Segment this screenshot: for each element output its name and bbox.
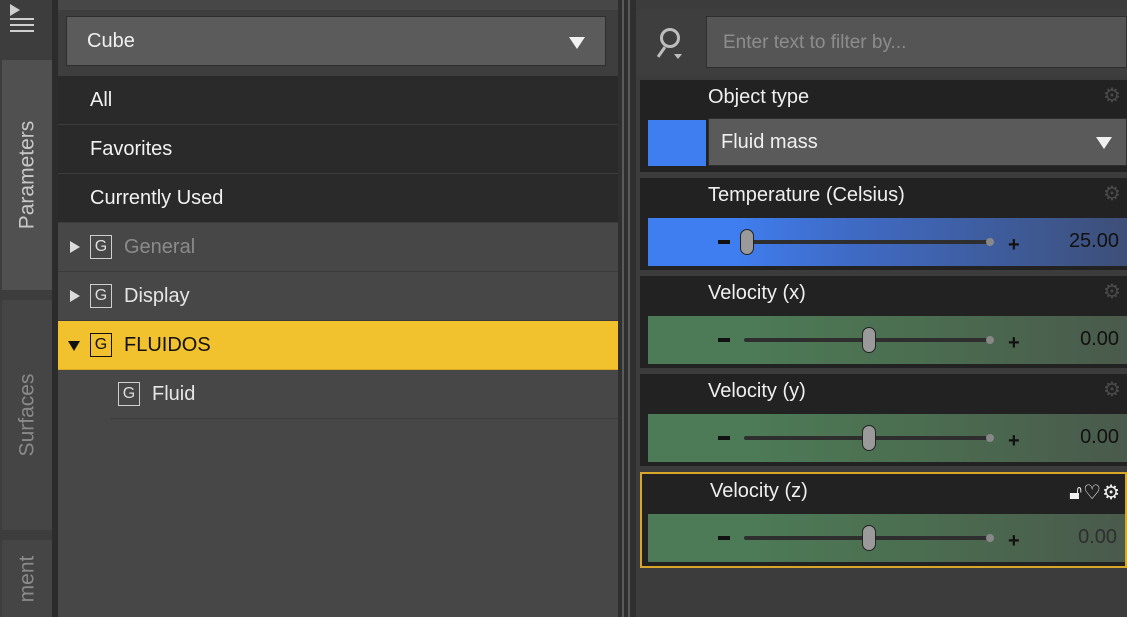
tree-node-fluid-label: Fluid [152, 382, 196, 405]
tree-node-fluidos[interactable]: G FLUIDOS [58, 321, 618, 370]
parameters-panel: Object type ⚙ Fluid mass Temperature (Ce… [636, 0, 1127, 617]
lock-icon[interactable]: 🔓︎ [1069, 482, 1083, 504]
property-group-tree: All Favorites Currently Used G General G… [58, 76, 618, 419]
heart-icon[interactable]: ♡ [1083, 482, 1102, 504]
tab-surfaces-label: Surfaces [15, 373, 38, 457]
tab-partial-label: ment [15, 555, 38, 602]
property-velocity-x: Velocity (x) ⚙ + 0.00 [640, 276, 1127, 368]
node-selector-bar: Cube [58, 10, 618, 76]
velocity-z-value[interactable]: 0.00 [1078, 526, 1117, 549]
slider-end-marker [986, 238, 994, 246]
slider-end-marker [986, 534, 994, 542]
property-label: Velocity (y) [708, 380, 806, 402]
property-object-type: Object type ⚙ Fluid mass [640, 80, 1127, 172]
property-actions: 🔓︎♡⚙ [1069, 480, 1121, 505]
gear-icon[interactable]: ⚙ [1103, 380, 1123, 400]
object-type-value: Fluid mass [721, 131, 818, 153]
decrement-button[interactable] [718, 338, 730, 342]
tree-node-fluid[interactable]: G Fluid [110, 370, 618, 419]
velocity-z-slider[interactable]: + 0.00 [648, 514, 1125, 562]
filter-favorites-label: Favorites [90, 137, 173, 160]
gear-icon[interactable]: ⚙ [1103, 184, 1123, 204]
temperature-value[interactable]: 25.00 [1069, 230, 1119, 253]
slider-end-marker [986, 434, 994, 442]
expand-arrow-icon[interactable] [70, 290, 80, 302]
slider-handle[interactable] [862, 425, 876, 451]
property-velocity-z: Velocity (z) 🔓︎♡⚙ + 0.00 [640, 472, 1127, 568]
filter-favorites[interactable]: Favorites [58, 125, 618, 174]
property-label: Temperature (Celsius) [708, 184, 905, 206]
gear-icon[interactable]: ⚙ [1103, 282, 1123, 302]
dropdown-arrow-icon [569, 37, 585, 49]
decrement-button[interactable] [718, 536, 730, 540]
node-selector-dropdown[interactable]: Cube [66, 16, 606, 66]
dropdown-arrow-icon [1096, 137, 1112, 149]
panel-splitter[interactable] [618, 0, 636, 617]
group-icon: G [118, 382, 140, 406]
group-icon: G [90, 333, 112, 357]
property-label: Velocity (z) [710, 480, 808, 502]
side-tab-rail: Parameters Surfaces ment [0, 0, 56, 617]
property-label: Velocity (x) [708, 282, 806, 304]
gear-icon[interactable]: ⚙ [1103, 86, 1123, 106]
velocity-y-value[interactable]: 0.00 [1080, 426, 1119, 449]
filter-all-label: All [90, 88, 113, 111]
filter-input[interactable] [721, 27, 1105, 59]
tab-parameters-label: Parameters [15, 120, 39, 230]
object-type-dropdown[interactable]: Fluid mass [708, 118, 1127, 166]
decrement-button[interactable] [718, 240, 730, 244]
slider-handle[interactable] [862, 525, 876, 551]
velocity-x-value[interactable]: 0.00 [1080, 328, 1119, 351]
decrement-button[interactable] [718, 436, 730, 440]
tab-partial[interactable]: ment [2, 540, 52, 617]
temperature-slider[interactable]: + 25.00 [648, 218, 1127, 266]
tree-node-general[interactable]: G General [58, 223, 618, 272]
collapse-arrow-icon[interactable] [68, 341, 80, 351]
property-label: Object type [708, 86, 810, 108]
panel-menu-icon[interactable] [4, 4, 42, 34]
node-selector-value: Cube [87, 29, 135, 52]
tree-node-display[interactable]: G Display [58, 272, 618, 321]
search-icon[interactable] [654, 24, 682, 60]
velocity-x-slider[interactable]: + 0.00 [648, 316, 1127, 364]
increment-button[interactable]: + [1008, 430, 1020, 453]
filter-currently-used[interactable]: Currently Used [58, 174, 618, 223]
tree-node-fluidos-label: FLUIDOS [124, 333, 211, 356]
property-temperature: Temperature (Celsius) ⚙ + 25.00 [640, 178, 1127, 270]
expand-arrow-icon[interactable] [70, 241, 80, 253]
property-group-panel: Cube All Favorites Currently Used G Gene… [58, 0, 618, 617]
filter-currently-used-label: Currently Used [90, 186, 224, 209]
filter-bar [636, 10, 1127, 76]
tab-parameters[interactable]: Parameters [2, 60, 53, 290]
gear-icon[interactable]: ⚙ [1102, 482, 1121, 504]
group-icon: G [90, 284, 112, 308]
velocity-y-slider[interactable]: + 0.00 [648, 414, 1127, 462]
color-swatch [648, 120, 706, 166]
filter-all[interactable]: All [58, 76, 618, 125]
slider-track[interactable] [744, 240, 992, 244]
tree-node-display-label: Display [124, 284, 190, 307]
increment-button[interactable]: + [1008, 530, 1020, 553]
increment-button[interactable]: + [1008, 332, 1020, 355]
tree-node-general-label: General [124, 235, 196, 258]
group-icon: G [90, 235, 112, 259]
filter-field[interactable] [706, 16, 1127, 68]
tab-surfaces[interactable]: Surfaces [2, 300, 52, 530]
increment-button[interactable]: + [1008, 234, 1020, 257]
slider-handle[interactable] [740, 229, 754, 255]
property-velocity-y: Velocity (y) ⚙ + 0.00 [640, 374, 1127, 466]
slider-end-marker [986, 336, 994, 344]
slider-handle[interactable] [862, 327, 876, 353]
